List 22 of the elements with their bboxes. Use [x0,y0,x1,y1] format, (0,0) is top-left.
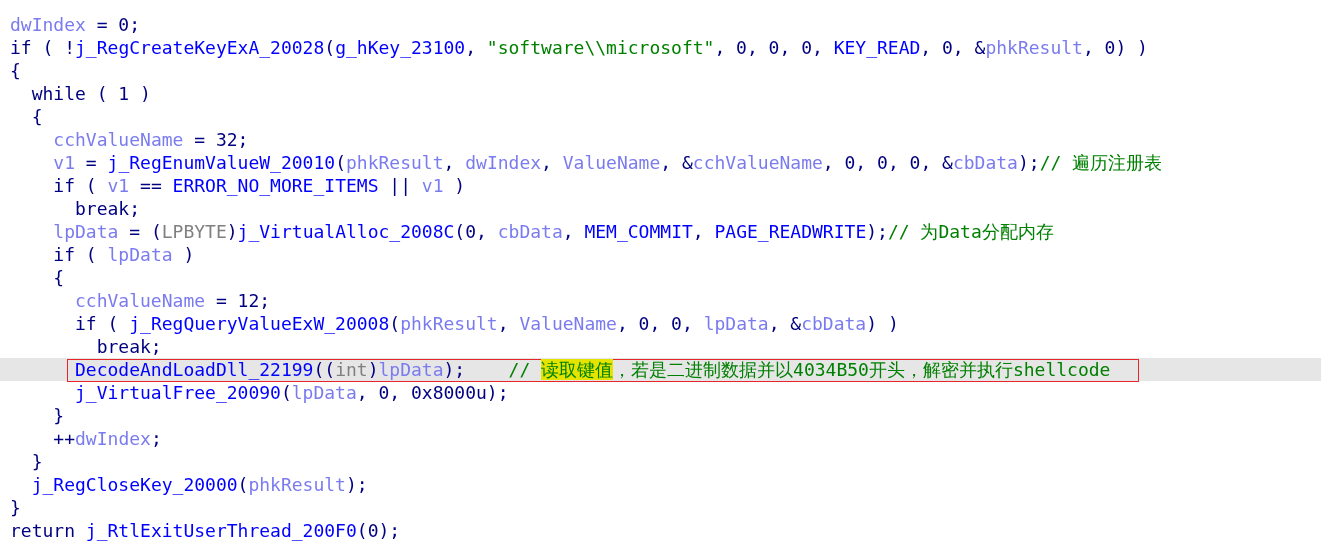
code-line: break; [96,335,162,358]
code-line: v1 = j_RegEnumValueW_20010(phkResult, dwIndex, ValueName, &cchValueName, 0, 0, 0, &cbData);// 遍历注册表 [53,151,1163,174]
code-line: if ( !j_RegCreateKeyExA_20028(g_hKey_23100, "software\\microsoft", 0, 0, 0, KEY_READ, 0, &phkResult, 0) ) [10,36,1148,59]
code-line: { [10,59,21,82]
code-line: j_RegCloseKey_20000(phkResult); [31,473,368,496]
code-line: if ( lpData ) [53,243,195,266]
code-line: } [31,450,43,473]
code-line: dwIndex = 0; [10,13,141,36]
code-line: cchValueName = 12; [75,289,271,312]
code-line: return j_RtlExitUserThread_200F0(0); [10,519,401,542]
code-line: { [53,266,65,289]
code-line: lpData = (LPBYTE)j_VirtualAlloc_2008C(0, cbData, MEM_COMMIT, PAGE_READWRITE);// 为Data分配内存 [53,220,1054,243]
code-line: } [10,496,21,519]
code-line: cchValueName = 32; [53,128,249,151]
code-line: } [53,404,65,427]
code-line: j_VirtualFree_20090(lpData, 0, 0x8000u); [75,381,509,404]
code-line: if ( j_RegQueryValueExW_20008(phkResult, ValueName, 0, 0, lpData, &cbData) ) [75,312,899,335]
code-line: { [31,105,43,128]
code-line: if ( v1 == ERROR_NO_MORE_ITEMS || v1 ) [53,174,466,197]
code-line: while ( 1 ) [31,82,151,105]
code-line: ++dwIndex; [53,427,162,450]
code-line: break; [75,197,141,220]
